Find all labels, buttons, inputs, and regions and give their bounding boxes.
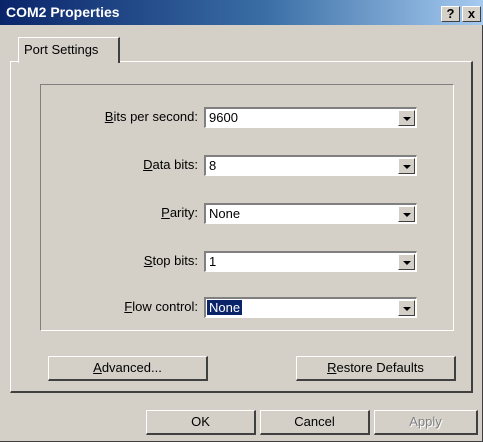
bits-per-second-select[interactable]: 9600 [204,107,417,128]
flow-control-select[interactable]: None [204,297,417,318]
parity-select[interactable]: None [204,203,417,224]
close-button[interactable]: x [462,6,481,22]
chevron-down-icon[interactable] [398,300,415,316]
stop-bits-label: Stop bits: [143,253,198,268]
tab-port-settings[interactable]: Port Settings [18,37,120,63]
data-bits-label: Data bits: [143,157,198,172]
help-button[interactable]: ? [441,6,460,22]
advanced-button[interactable]: Advanced... [48,356,208,381]
apply-button: Apply [374,410,478,435]
parity-label: Parity: [161,205,198,220]
stop-bits-select[interactable]: 1 [204,251,417,272]
restore-defaults-button[interactable]: Restore Defaults [296,356,456,381]
bits-per-second-label: Bits per second: [104,109,198,124]
flow-control-value: None [205,299,244,316]
window-title: COM2 Properties [6,4,120,20]
chevron-down-icon[interactable] [398,206,415,222]
data-bits-select[interactable]: 8 [204,155,417,176]
chevron-down-icon[interactable] [398,158,415,174]
ok-button[interactable]: OK [146,410,256,435]
chevron-down-icon[interactable] [398,254,415,270]
properties-dialog: COM2 Properties ? x Port Settings Bits p… [0,0,483,442]
title-bar[interactable]: COM2 Properties ? x [0,0,483,25]
data-bits-value: 8 [209,158,217,173]
bits-per-second-value: 9600 [209,110,238,125]
chevron-down-icon[interactable] [398,110,415,126]
stop-bits-value: 1 [209,254,217,269]
flow-control-label: Flow control: [124,299,198,314]
tab-label: Port Settings [24,42,99,57]
cancel-button[interactable]: Cancel [260,410,370,435]
parity-value: None [209,206,241,221]
